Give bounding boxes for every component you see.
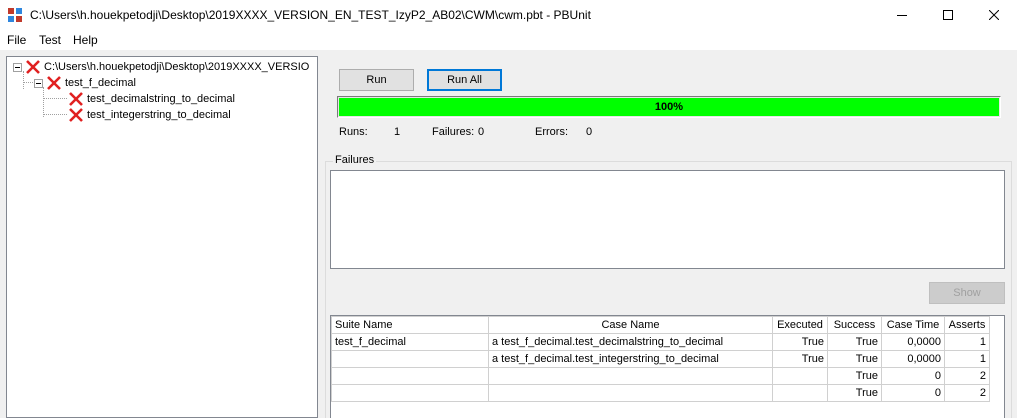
case-name-cell bbox=[488, 367, 773, 385]
pbunit-app-icon bbox=[7, 7, 23, 23]
tree-node-label: test_f_decimal bbox=[65, 77, 136, 89]
tree-node-case[interactable]: test_integerstring_to_decimal bbox=[68, 107, 231, 123]
errors-label: Errors: bbox=[535, 126, 568, 138]
asserts-total-cell: 2 bbox=[944, 384, 990, 402]
cases-table: Suite Name Case Name Executed Success Ca… bbox=[331, 316, 990, 402]
executed-cell bbox=[772, 367, 828, 385]
column-header-suite-name[interactable]: Suite Name bbox=[331, 316, 489, 334]
test-tree[interactable]: C:\Users\h.houekpetodji\Desktop\2019XXXX… bbox=[6, 56, 318, 418]
runs-value: 1 bbox=[394, 126, 401, 138]
runs-label: Runs: bbox=[339, 126, 368, 138]
column-header-asserts[interactable]: Asserts bbox=[944, 316, 990, 334]
title-bar: C:\Users\h.houekpetodji\Desktop\2019XXXX… bbox=[0, 0, 1017, 30]
tree-node-label: test_decimalstring_to_decimal bbox=[87, 93, 235, 105]
column-header-case-name[interactable]: Case Name bbox=[488, 316, 773, 334]
tree-node-root[interactable]: C:\Users\h.houekpetodji\Desktop\2019XXXX… bbox=[13, 59, 309, 75]
tree-node-suite[interactable]: test_f_decimal bbox=[34, 75, 136, 91]
executed-cell bbox=[772, 384, 828, 402]
case-time-cell: 0,0000 bbox=[881, 350, 945, 368]
menu-test[interactable]: Test bbox=[39, 33, 61, 47]
asserts-total-cell: 2 bbox=[944, 367, 990, 385]
window-title: C:\Users\h.houekpetodji\Desktop\2019XXXX… bbox=[30, 8, 591, 22]
case-name-cell: a test_f_decimal.test_integerstring_to_d… bbox=[488, 350, 773, 368]
success-cell: True bbox=[827, 350, 882, 368]
executed-cell: True bbox=[772, 333, 828, 351]
case-time-cell: 0,0000 bbox=[881, 333, 945, 351]
suite-name-cell bbox=[331, 350, 489, 368]
success-total-cell: True bbox=[827, 384, 882, 402]
column-header-case-time[interactable]: Case Time bbox=[881, 316, 945, 334]
tree-node-case[interactable]: test_decimalstring_to_decimal bbox=[68, 91, 235, 107]
table-summary-row[interactable]: True 0 2 bbox=[331, 384, 990, 402]
failures-group-label: Failures bbox=[333, 154, 377, 166]
case-name-cell bbox=[488, 384, 773, 402]
tree-node-label: test_integerstring_to_decimal bbox=[87, 109, 231, 121]
executed-cell: True bbox=[772, 350, 828, 368]
table-header-row: Suite Name Case Name Executed Success Ca… bbox=[331, 316, 990, 334]
table-summary-row[interactable]: True 0 2 bbox=[331, 367, 990, 385]
failures-count-value: 0 bbox=[478, 126, 485, 138]
cases-grid[interactable]: Suite Name Case Name Executed Success Ca… bbox=[330, 315, 1005, 418]
failures-count-label: Failures: bbox=[432, 126, 475, 138]
table-row[interactable]: a test_f_decimal.test_integerstring_to_d… bbox=[331, 350, 990, 368]
menu-help[interactable]: Help bbox=[73, 33, 98, 47]
minimize-icon bbox=[897, 15, 907, 16]
progress-bar: 100% bbox=[337, 96, 1001, 118]
menu-file[interactable]: File bbox=[7, 33, 26, 47]
close-icon bbox=[989, 10, 999, 20]
column-header-success[interactable]: Success bbox=[827, 316, 882, 334]
fail-x-icon bbox=[26, 60, 40, 74]
fail-x-icon bbox=[69, 92, 83, 106]
asserts-cell: 1 bbox=[944, 350, 990, 368]
menu-bar: File Test Help bbox=[0, 30, 1017, 50]
success-cell: True bbox=[827, 333, 882, 351]
progress-label: 100% bbox=[654, 101, 684, 113]
suite-name-cell: test_f_decimal bbox=[331, 333, 489, 351]
fail-x-icon bbox=[69, 108, 83, 122]
maximize-button[interactable] bbox=[925, 0, 971, 30]
run-button[interactable]: Run bbox=[339, 69, 414, 91]
asserts-cell: 1 bbox=[944, 333, 990, 351]
collapse-icon[interactable] bbox=[13, 62, 22, 72]
errors-value: 0 bbox=[586, 126, 593, 138]
main-area: C:\Users\h.houekpetodji\Desktop\2019XXXX… bbox=[0, 50, 1017, 418]
maximize-icon bbox=[943, 10, 953, 20]
collapse-icon[interactable] bbox=[34, 78, 43, 88]
column-header-executed[interactable]: Executed bbox=[772, 316, 828, 334]
minimize-button[interactable] bbox=[879, 0, 925, 30]
table-row[interactable]: test_f_decimal a test_f_decimal.test_dec… bbox=[331, 333, 990, 351]
success-total-cell: True bbox=[827, 367, 882, 385]
run-all-button[interactable]: Run All bbox=[427, 69, 502, 91]
suite-name-cell bbox=[331, 384, 489, 402]
case-time-total-cell: 0 bbox=[881, 384, 945, 402]
close-button[interactable] bbox=[971, 0, 1017, 30]
case-name-cell: a test_f_decimal.test_decimalstring_to_d… bbox=[488, 333, 773, 351]
show-button[interactable]: Show bbox=[929, 282, 1005, 304]
tree-node-label: C:\Users\h.houekpetodji\Desktop\2019XXXX… bbox=[44, 61, 310, 73]
fail-x-icon bbox=[47, 76, 61, 90]
case-time-total-cell: 0 bbox=[881, 367, 945, 385]
suite-name-cell bbox=[331, 367, 489, 385]
failures-list[interactable] bbox=[330, 170, 1005, 269]
